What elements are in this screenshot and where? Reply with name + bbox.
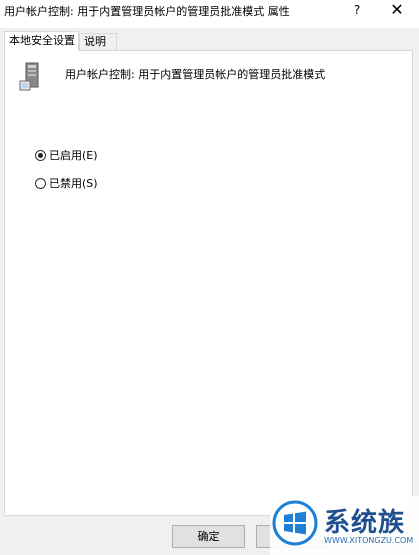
window-title: 用户帐户控制: 用于内置管理员帐户的管理员批准模式 属性 <box>4 5 290 18</box>
title-bar: 用户帐户控制: 用于内置管理员帐户的管理员批准模式 属性 ? ✕ <box>0 0 419 28</box>
watermark-url: WWW.XITONGZU.COM <box>324 536 414 545</box>
radio-enabled-label: 已启用(E) <box>49 149 98 162</box>
server-icon <box>19 62 39 91</box>
watermark-text: 系统族 <box>324 508 406 538</box>
properties-dialog: 用户帐户控制: 用于内置管理员帐户的管理员批准模式 属性 ? ✕ 本地安全设置 … <box>0 0 419 555</box>
policy-title: 用户帐户控制: 用于内置管理员帐户的管理员批准模式 <box>65 68 326 81</box>
tab-local-security-setting[interactable]: 本地安全设置 <box>4 31 79 51</box>
radio-disabled-indicator[interactable] <box>35 177 46 189</box>
radio-enabled-indicator[interactable] <box>35 149 46 161</box>
site-watermark: 系统族 WWW.XITONGZU.COM <box>270 496 419 555</box>
windows-logo-icon <box>272 500 318 546</box>
ok-button[interactable]: 确定 <box>172 525 245 548</box>
radio-enabled[interactable]: 已启用(E) <box>35 147 98 163</box>
tab-explain[interactable]: 说明 <box>79 33 117 51</box>
help-button[interactable]: ? <box>346 0 368 22</box>
radio-disabled-label: 已禁用(S) <box>49 177 98 190</box>
radio-disabled[interactable]: 已禁用(S) <box>35 175 98 191</box>
close-button[interactable]: ✕ <box>384 0 410 22</box>
tab-panel: 用户帐户控制: 用于内置管理员帐户的管理员批准模式 已启用(E) 已禁用(S) <box>4 50 413 516</box>
